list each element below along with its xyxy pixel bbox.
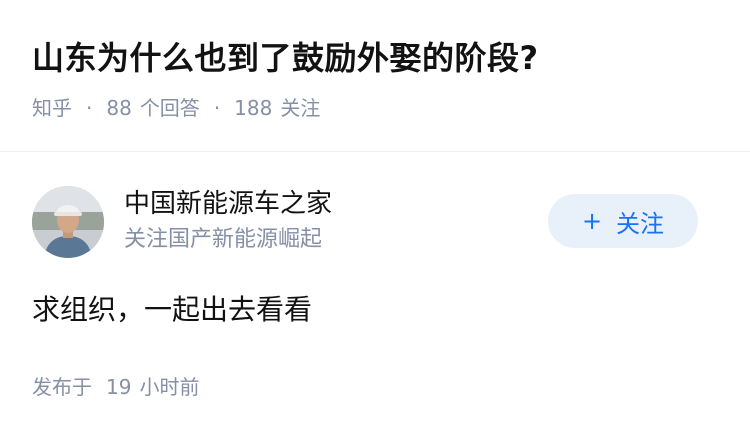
author-row: 中国新能源车之家 关注国产新能源崛起 + 关注 — [32, 186, 698, 258]
follow-button[interactable]: + 关注 — [548, 194, 698, 248]
author-avatar[interactable] — [32, 186, 104, 258]
answer-page: 山东为什么也到了鼓励外娶的阶段? 知乎 · 88 个回答 · 188 关注 中国… — [0, 0, 750, 438]
question-title[interactable]: 山东为什么也到了鼓励外娶的阶段? — [32, 36, 718, 80]
publish-time-number: 19 — [106, 375, 132, 399]
plus-icon: + — [581, 207, 603, 235]
meta-separator-dot: · — [213, 96, 221, 120]
source-label: 知乎 — [32, 96, 72, 120]
answers-label: 个回答 — [139, 96, 200, 120]
publish-info: 发布于 19 小时前 — [32, 372, 199, 402]
answer-content: 求组织，一起出去看看 — [32, 293, 313, 326]
publish-time-unit: 小时前 — [139, 375, 200, 399]
followers-label: 关注 — [280, 96, 321, 120]
author-info: 中国新能源车之家 关注国产新能源崛起 — [124, 186, 332, 256]
answers-count: 88 — [106, 96, 132, 120]
question-header: 山东为什么也到了鼓励外娶的阶段? 知乎 · 88 个回答 · 188 关注 — [32, 36, 718, 122]
followers-count: 188 — [234, 96, 273, 120]
user-avatar-photo-icon — [32, 186, 104, 258]
question-meta: 知乎 · 88 个回答 · 188 关注 — [32, 94, 718, 122]
author-name[interactable]: 中国新能源车之家 — [124, 186, 332, 222]
section-divider — [0, 151, 750, 152]
follow-button-label: 关注 — [616, 209, 665, 238]
meta-separator-dot: · — [86, 96, 93, 120]
author-bio: 关注国产新能源崛起 — [124, 227, 323, 252]
publish-label: 发布于 — [32, 375, 92, 399]
